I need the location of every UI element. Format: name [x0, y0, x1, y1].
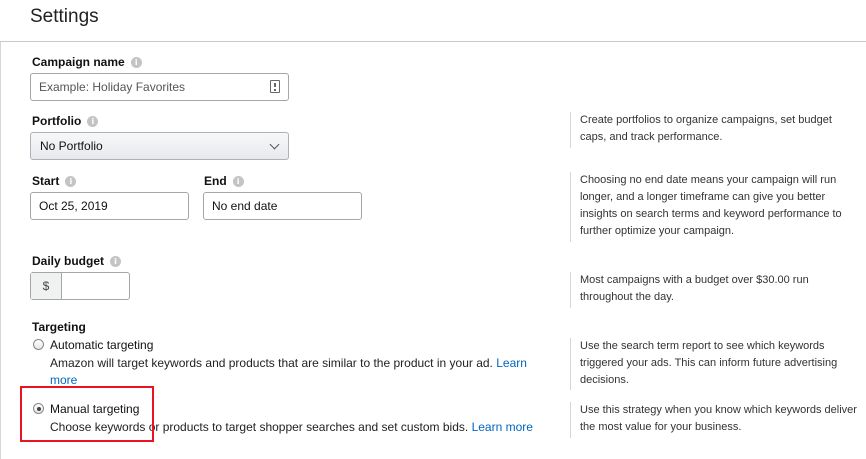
automatic-targeting-desc-text: Amazon will target keywords and products… — [50, 356, 493, 370]
start-date-label-text: Start — [32, 174, 60, 188]
end-date-label-text: End — [204, 174, 227, 188]
portfolio-label: Portfolio i — [32, 114, 99, 128]
targeting-label-text: Targeting — [32, 320, 86, 334]
daily-budget-label-text: Daily budget — [32, 254, 105, 268]
automatic-targeting-option[interactable]: Automatic targeting Amazon will target k… — [33, 338, 553, 389]
page-title: Settings — [30, 6, 99, 27]
campaign-name-placeholder: Example: Holiday Favorites — [39, 80, 186, 94]
portfolio-selected-value: No Portfolio — [40, 139, 103, 153]
start-date-label: Start i — [32, 174, 77, 188]
manual-targeting-help: Use this strategy when you know which ke… — [570, 402, 860, 438]
daily-budget-label: Daily budget i — [32, 254, 122, 268]
automatic-targeting-desc: Amazon will target keywords and products… — [50, 355, 550, 389]
manual-targeting-learn-more-link[interactable]: Learn more — [472, 420, 533, 434]
info-icon[interactable]: i — [110, 255, 122, 267]
end-date-label: End i — [204, 174, 244, 188]
end-date-input[interactable]: No end date — [203, 192, 362, 220]
info-icon[interactable]: i — [65, 175, 77, 187]
info-icon[interactable]: i — [87, 115, 99, 127]
automatic-targeting-title: Automatic targeting — [50, 338, 154, 352]
campaign-name-label: Campaign name i — [32, 55, 142, 69]
currency-symbol: $ — [31, 273, 62, 299]
automatic-targeting-help: Use the search term report to see which … — [570, 338, 860, 390]
automatic-targeting-radio[interactable] — [33, 339, 44, 350]
start-date-input[interactable]: Oct 25, 2019 — [30, 192, 189, 220]
info-icon[interactable]: i — [130, 56, 142, 68]
portfolio-select[interactable]: No Portfolio — [30, 132, 289, 160]
info-icon[interactable]: i — [232, 175, 244, 187]
dates-help: Choosing no end date means your campaign… — [570, 172, 860, 242]
end-date-value: No end date — [212, 199, 278, 213]
budget-help: Most campaigns with a budget over $30.00… — [570, 272, 860, 308]
page-header: Settings — [0, 0, 866, 42]
autofill-icon[interactable] — [270, 80, 280, 93]
portfolio-help: Create portfolios to organize campaigns,… — [570, 112, 860, 148]
daily-budget-input[interactable]: $ — [30, 272, 130, 300]
targeting-label: Targeting — [32, 320, 86, 334]
chevron-down-icon — [269, 139, 280, 150]
campaign-name-input[interactable]: Example: Holiday Favorites — [30, 73, 289, 101]
start-date-value: Oct 25, 2019 — [39, 199, 108, 213]
portfolio-label-text: Portfolio — [32, 114, 82, 128]
campaign-name-label-text: Campaign name — [32, 55, 125, 69]
highlight-annotation-box — [20, 386, 154, 442]
